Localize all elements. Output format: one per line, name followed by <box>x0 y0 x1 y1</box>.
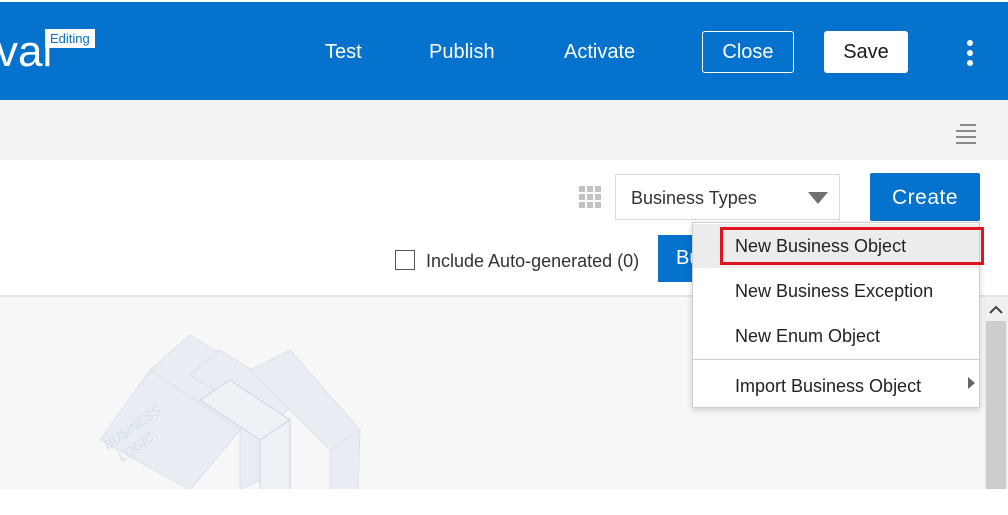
menu-item-import-business-object[interactable]: Import Business Object <box>693 364 979 408</box>
include-auto-generated-checkbox[interactable] <box>395 250 415 270</box>
dropdown-caret-icon <box>808 192 828 204</box>
menu-item-new-business-exception[interactable]: New Business Exception <box>693 269 979 313</box>
bottom-margin <box>0 489 1008 515</box>
vertical-scrollbar[interactable] <box>984 297 1008 489</box>
scroll-up-icon[interactable] <box>984 300 1008 320</box>
activate-button[interactable]: Activate <box>564 40 635 64</box>
menu-separator <box>693 359 979 360</box>
save-button[interactable]: Save <box>824 31 908 73</box>
submenu-arrow-icon <box>968 377 975 389</box>
scrollbar-thumb[interactable] <box>986 321 1006 489</box>
test-button[interactable]: Test <box>325 40 362 64</box>
grid-view-icon[interactable] <box>579 186 601 208</box>
kebab-menu-icon[interactable] <box>962 40 978 66</box>
list-menu-icon[interactable] <box>952 124 976 144</box>
menu-item-new-business-object[interactable]: New Business Object <box>693 224 979 268</box>
create-dropdown-menu: New Business Object New Business Excepti… <box>692 222 980 408</box>
include-auto-generated-label: Include Auto-generated (0) <box>426 251 640 271</box>
business-types-value: Business Types <box>631 188 757 208</box>
editing-badge: Editing <box>45 29 95 48</box>
app-header: val Editing Test Publish Activate Close … <box>0 0 1008 100</box>
close-button[interactable]: Close <box>702 31 794 73</box>
publish-button[interactable]: Publish <box>429 40 495 64</box>
create-button[interactable]: Create <box>870 173 980 221</box>
toolbar-strip <box>0 100 1008 160</box>
business-types-select[interactable]: Business Types <box>615 174 840 220</box>
business-logic-illustration: BUSINESS LOGIC <box>99 334 361 490</box>
menu-item-new-enum-object[interactable]: New Enum Object <box>693 314 979 358</box>
